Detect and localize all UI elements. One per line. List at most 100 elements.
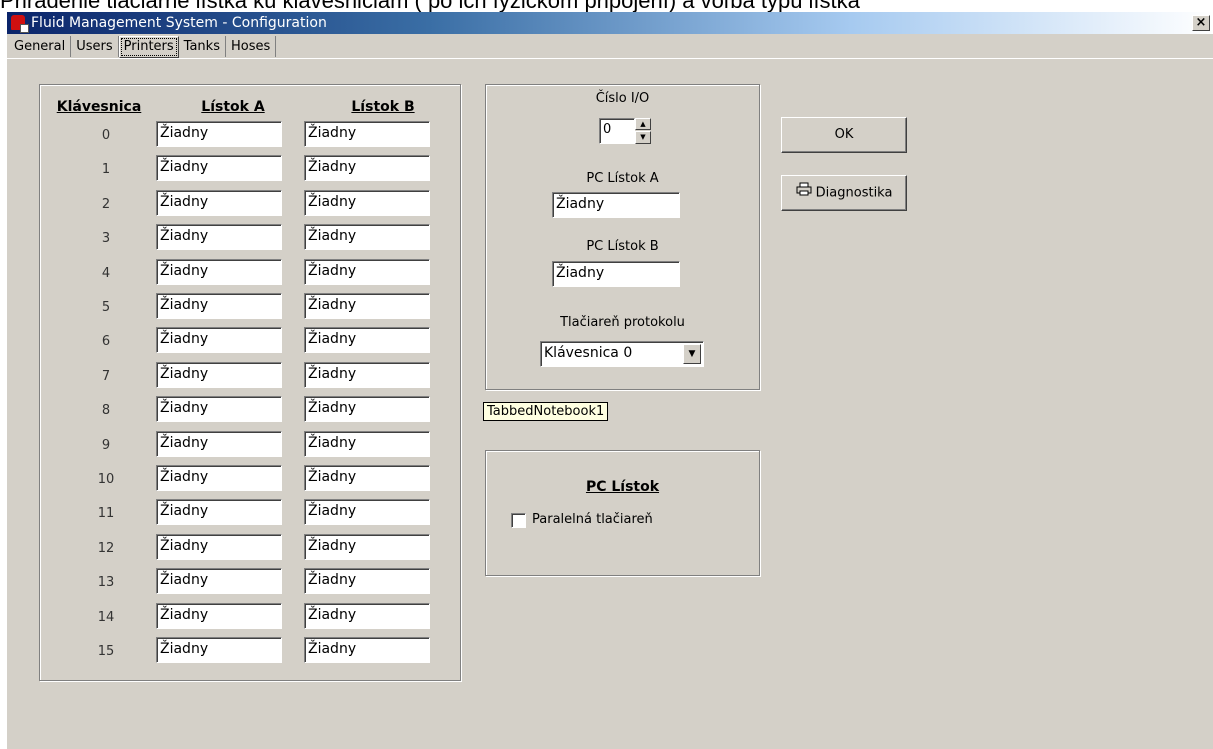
pc-settings-group: Číslo I/O 0 ▲ ▼ PC Lístok A Žiadny PC Lí…: [485, 84, 760, 390]
ticket-a-field[interactable]: Žiadny: [156, 602, 282, 629]
pc-ticket-group: PC Lístok Paralelná tlačiareň: [485, 450, 760, 576]
table-row: 2 Žiadny Žiadny: [40, 189, 460, 218]
ticket-a-field[interactable]: Žiadny: [156, 155, 282, 182]
pc-ticket-b-label: PC Lístok B: [586, 239, 659, 254]
protocol-printer-value: Klávesnica 0: [544, 345, 633, 361]
ticket-a-field[interactable]: Žiadny: [156, 327, 282, 354]
table-row: 4 Žiadny Žiadny: [40, 258, 460, 287]
ticket-a-field[interactable]: Žiadny: [156, 533, 282, 560]
keypad-header: Klávesnica: [56, 99, 142, 115]
keypad-number: 14: [97, 609, 115, 625]
table-row: 7 Žiadny Žiadny: [40, 361, 460, 390]
table-row: 12 Žiadny Žiadny: [40, 533, 460, 562]
ticket-b-field[interactable]: Žiadny: [304, 430, 430, 457]
ticket-b-field[interactable]: Žiadny: [304, 568, 430, 595]
keypad-ticket-group: Klávesnica Lístok A Lístok B 0 Žiadny Žiad…: [39, 84, 461, 681]
keypad-number: 10: [97, 472, 115, 487]
keypad-number: 7: [101, 368, 111, 384]
ticket-a-field[interactable]: Žiadny: [156, 465, 282, 491]
keypad-number: 1: [101, 162, 111, 178]
ticket-b-field[interactable]: Žiadny: [304, 637, 430, 663]
ticket-b-header: Lístok B: [351, 99, 415, 115]
keypad-number: 2: [101, 196, 111, 212]
keypad-number: 12: [97, 540, 115, 556]
table-row: 9 Žiadny Žiadny: [40, 430, 460, 459]
keypad-number: 13: [97, 575, 115, 591]
table-row: 10 Žiadny Žiadny: [40, 465, 460, 493]
ticket-b-field[interactable]: Žiadny: [304, 361, 430, 388]
ticket-a-field[interactable]: Žiadny: [156, 293, 282, 319]
ticket-a-field[interactable]: Žiadny: [156, 224, 282, 251]
table-row: 13 Žiadny Žiadny: [40, 568, 460, 596]
keypad-number: 15: [97, 644, 115, 659]
ticket-a-field[interactable]: Žiadny: [156, 499, 282, 526]
keypad-number: 9: [101, 437, 111, 453]
chevron-down-icon[interactable]: ▼: [683, 344, 701, 364]
tab-strip: General Users Printers Tanks Hoses: [9, 36, 277, 58]
ticket-b-field[interactable]: Žiadny: [304, 533, 430, 560]
ticket-b-field[interactable]: Žiadny: [304, 499, 430, 526]
close-button[interactable]: ×: [1192, 15, 1210, 31]
parallel-printer-label[interactable]: Paralelná tlačiareň: [532, 512, 653, 527]
ticket-b-field[interactable]: Žiadny: [304, 155, 430, 182]
app-icon: [11, 15, 29, 33]
ticket-a-field[interactable]: Žiadny: [156, 258, 282, 285]
table-row: 0 Žiadny Žiadny: [40, 121, 460, 149]
ok-button[interactable]: OK: [781, 117, 907, 153]
keypad-number: 0: [101, 128, 111, 143]
tab-printers[interactable]: Printers: [118, 36, 179, 58]
ticket-b-field[interactable]: Žiadny: [304, 121, 430, 147]
table-row: 11 Žiadny Žiadny: [40, 499, 460, 527]
keypad-number: 8: [101, 403, 111, 419]
tab-tanks[interactable]: Tanks: [179, 36, 226, 57]
keypad-number: 5: [101, 300, 111, 315]
ticket-a-field[interactable]: Žiadny: [156, 396, 282, 423]
table-row: 3 Žiadny Žiadny: [40, 224, 460, 252]
pc-ticket-a-field[interactable]: Žiadny: [552, 192, 680, 218]
table-row: 15 Žiadny Žiadny: [40, 637, 460, 665]
ticket-b-field[interactable]: Žiadny: [304, 258, 430, 285]
ticket-b-field[interactable]: Žiadny: [304, 465, 430, 491]
ticket-b-field[interactable]: Žiadny: [304, 327, 430, 354]
table-row: 5 Žiadny Žiadny: [40, 293, 460, 321]
protocol-printer-label: Tlačiareň protokolu: [560, 315, 685, 330]
ticket-b-field[interactable]: Žiadny: [304, 293, 430, 319]
ticket-a-field[interactable]: Žiadny: [156, 637, 282, 663]
ticket-b-field[interactable]: Žiadny: [304, 189, 430, 216]
tab-divider: [7, 58, 1213, 59]
ticket-a-field[interactable]: Žiadny: [156, 361, 282, 388]
keypad-number: 4: [101, 265, 111, 281]
io-number-label: Číslo I/O: [595, 91, 650, 106]
ticket-a-header: Lístok A: [201, 99, 265, 115]
table-row: 1 Žiadny Žiadny: [40, 155, 460, 183]
table-row: 8 Žiadny Žiadny: [40, 396, 460, 424]
spin-up-button[interactable]: ▲: [635, 118, 651, 130]
title-bar[interactable]: Fluid Management System - Configuration …: [7, 12, 1213, 34]
ticket-a-field[interactable]: Žiadny: [156, 189, 282, 216]
keypad-number: 3: [101, 231, 111, 247]
diagnostics-button-label: Diagnostika: [815, 185, 893, 201]
pc-ticket-a-label: PC Lístok A: [586, 171, 659, 186]
parallel-printer-checkbox[interactable]: [511, 513, 526, 528]
io-number-input[interactable]: 0: [599, 118, 635, 144]
ok-button-label: OK: [834, 127, 854, 142]
tab-general[interactable]: General: [9, 36, 72, 57]
printer-icon: [796, 176, 812, 210]
ticket-a-field[interactable]: Žiadny: [156, 430, 282, 457]
config-window: Fluid Management System - Configuration …: [7, 12, 1213, 749]
pc-ticket-group-title: PC Lístok: [585, 479, 660, 495]
ticket-a-field[interactable]: Žiadny: [156, 121, 282, 147]
ticket-b-field[interactable]: Žiadny: [304, 602, 430, 629]
spin-down-button[interactable]: ▼: [635, 131, 651, 144]
diagnostics-button[interactable]: Diagnostika: [781, 175, 907, 211]
ticket-b-field[interactable]: Žiadny: [304, 396, 430, 423]
tab-users[interactable]: Users: [71, 36, 119, 57]
tooltip: TabbedNotebook1: [483, 402, 609, 421]
ticket-a-field[interactable]: Žiadny: [156, 568, 282, 595]
tab-hoses[interactable]: Hoses: [226, 36, 277, 57]
ticket-b-field[interactable]: Žiadny: [304, 224, 430, 251]
pc-ticket-b-field[interactable]: Žiadny: [552, 261, 680, 287]
protocol-printer-select[interactable]: Klávesnica 0 ▼: [540, 341, 704, 367]
keypad-number: 11: [97, 506, 115, 522]
window-title: Fluid Management System - Configuration: [31, 15, 327, 31]
